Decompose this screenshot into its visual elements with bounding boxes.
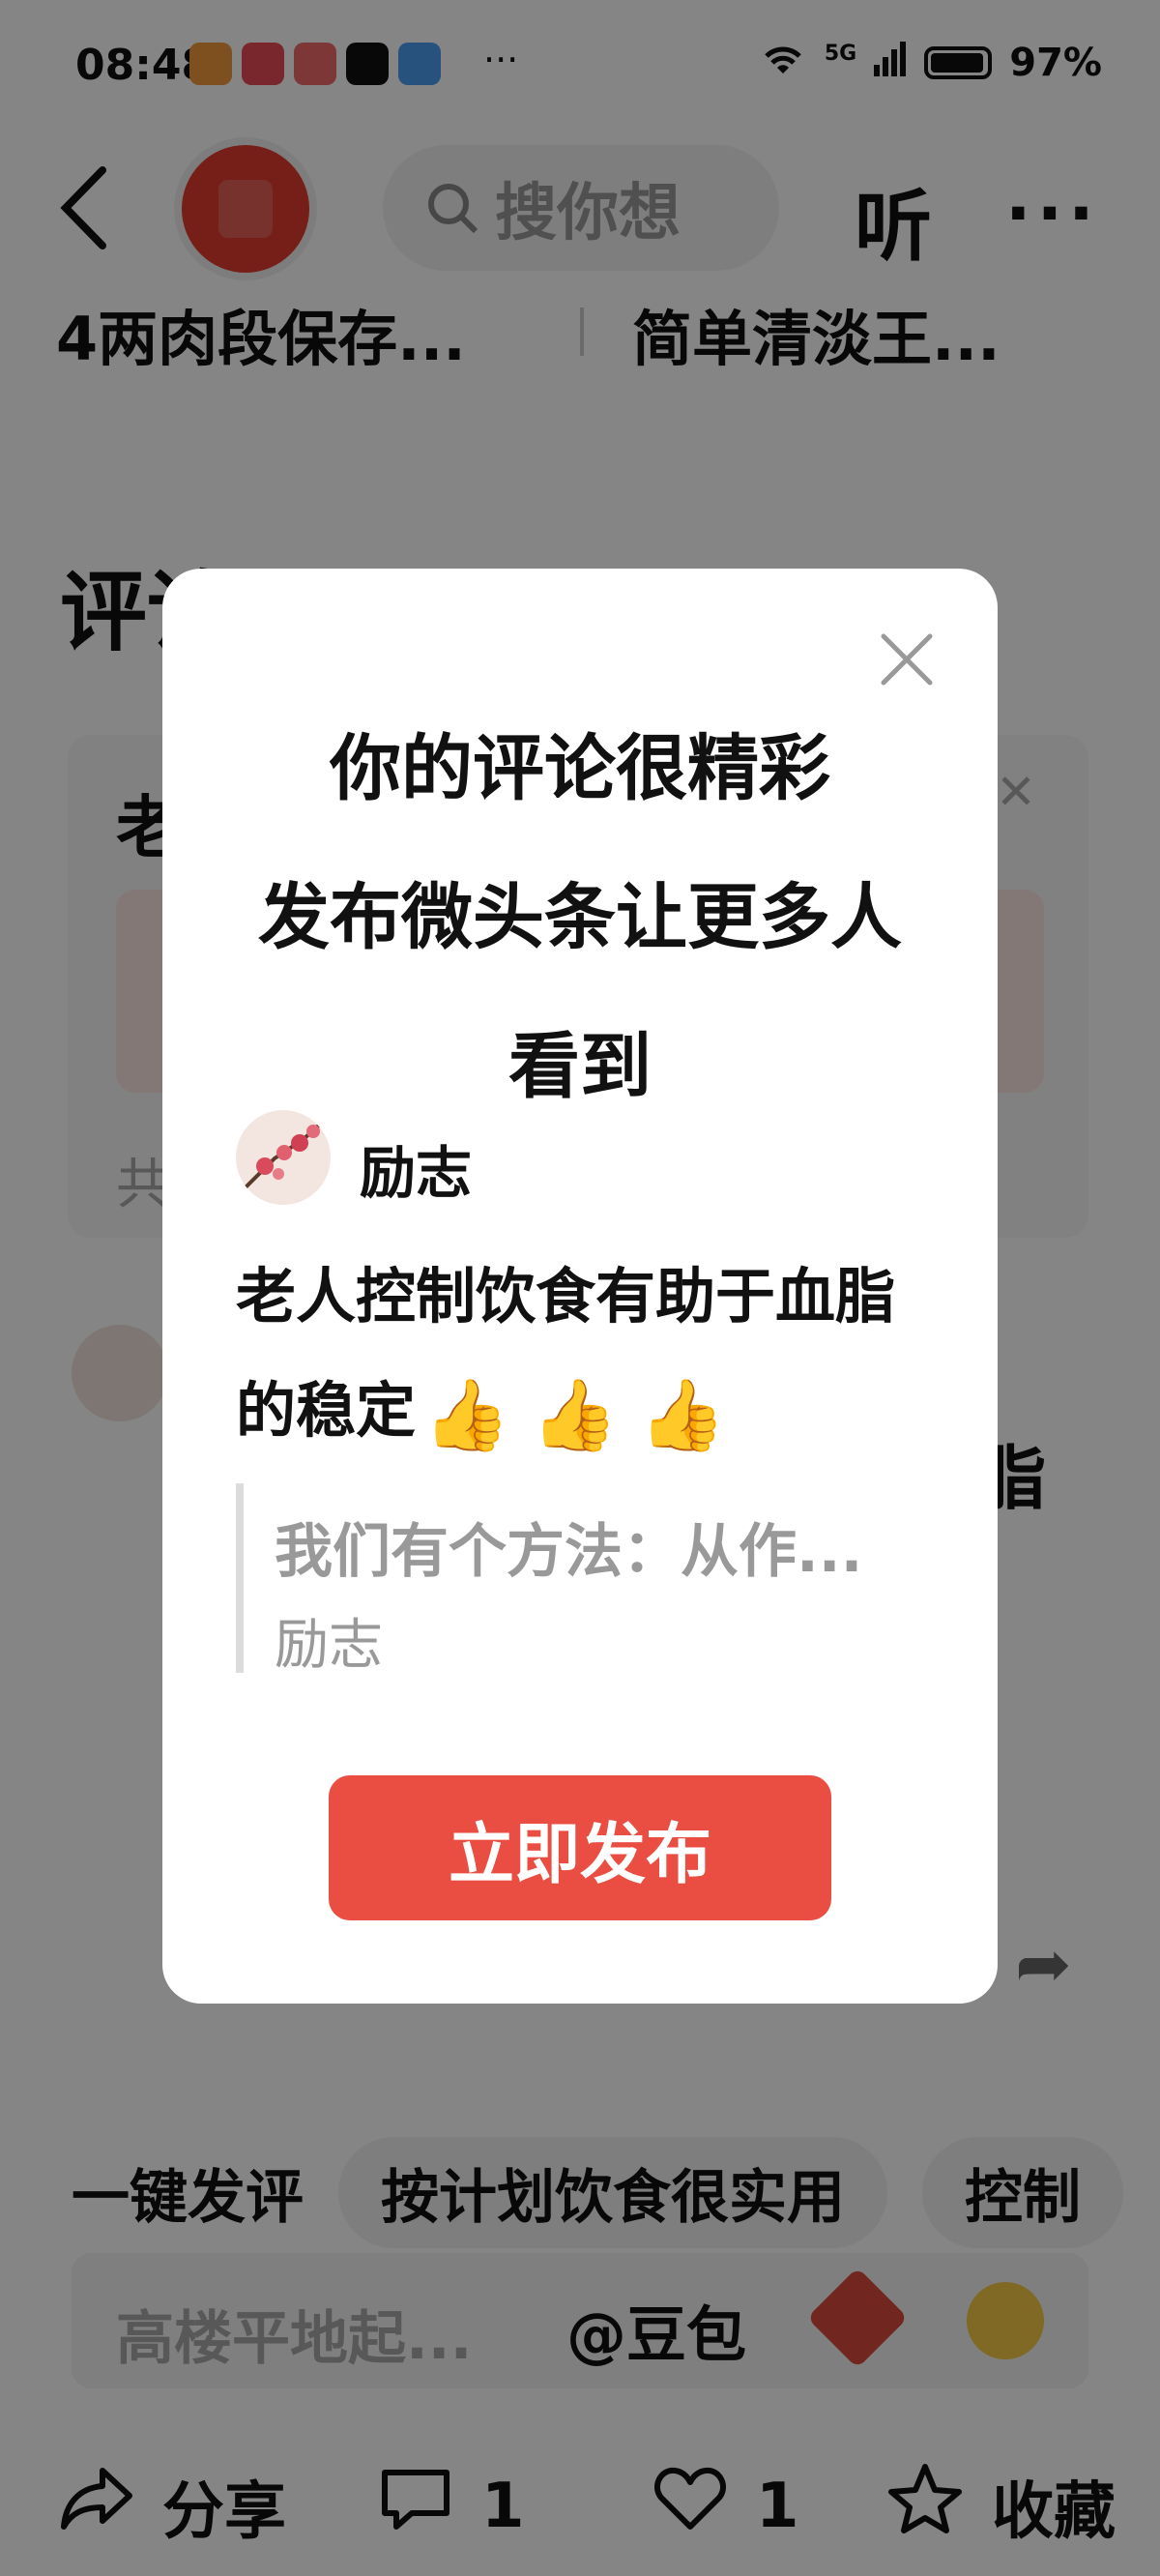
thumbs-up-icon: 👍 — [531, 1373, 619, 1455]
dialog-title-line1: 你的评论很精彩 — [330, 727, 830, 810]
dialog-title-line2: 发布微头条让更多人 — [258, 876, 902, 959]
dialog-title: 你的评论很精彩 发布微头条让更多人 看到 — [162, 694, 998, 1141]
thumbs-up-icon: 👍 — [423, 1373, 510, 1455]
quoted-article-text: 我们有个方法：从作... — [275, 1518, 863, 1586]
quoted-article-author: 励志 — [275, 1614, 383, 1677]
comment-preview: 老人控制饮食有助于血脂的稳定 👍 👍 👍 — [236, 1240, 951, 1472]
publish-now-button[interactable]: 立即发布 — [329, 1775, 831, 1920]
thumbs-up-emojis: 👍 👍 👍 — [423, 1358, 726, 1472]
thumbs-up-icon: 👍 — [639, 1373, 726, 1455]
user-avatar — [236, 1110, 331, 1205]
user-name: 励志 — [360, 1140, 473, 1206]
quote-divider — [236, 1483, 244, 1673]
close-icon[interactable] — [878, 630, 936, 688]
